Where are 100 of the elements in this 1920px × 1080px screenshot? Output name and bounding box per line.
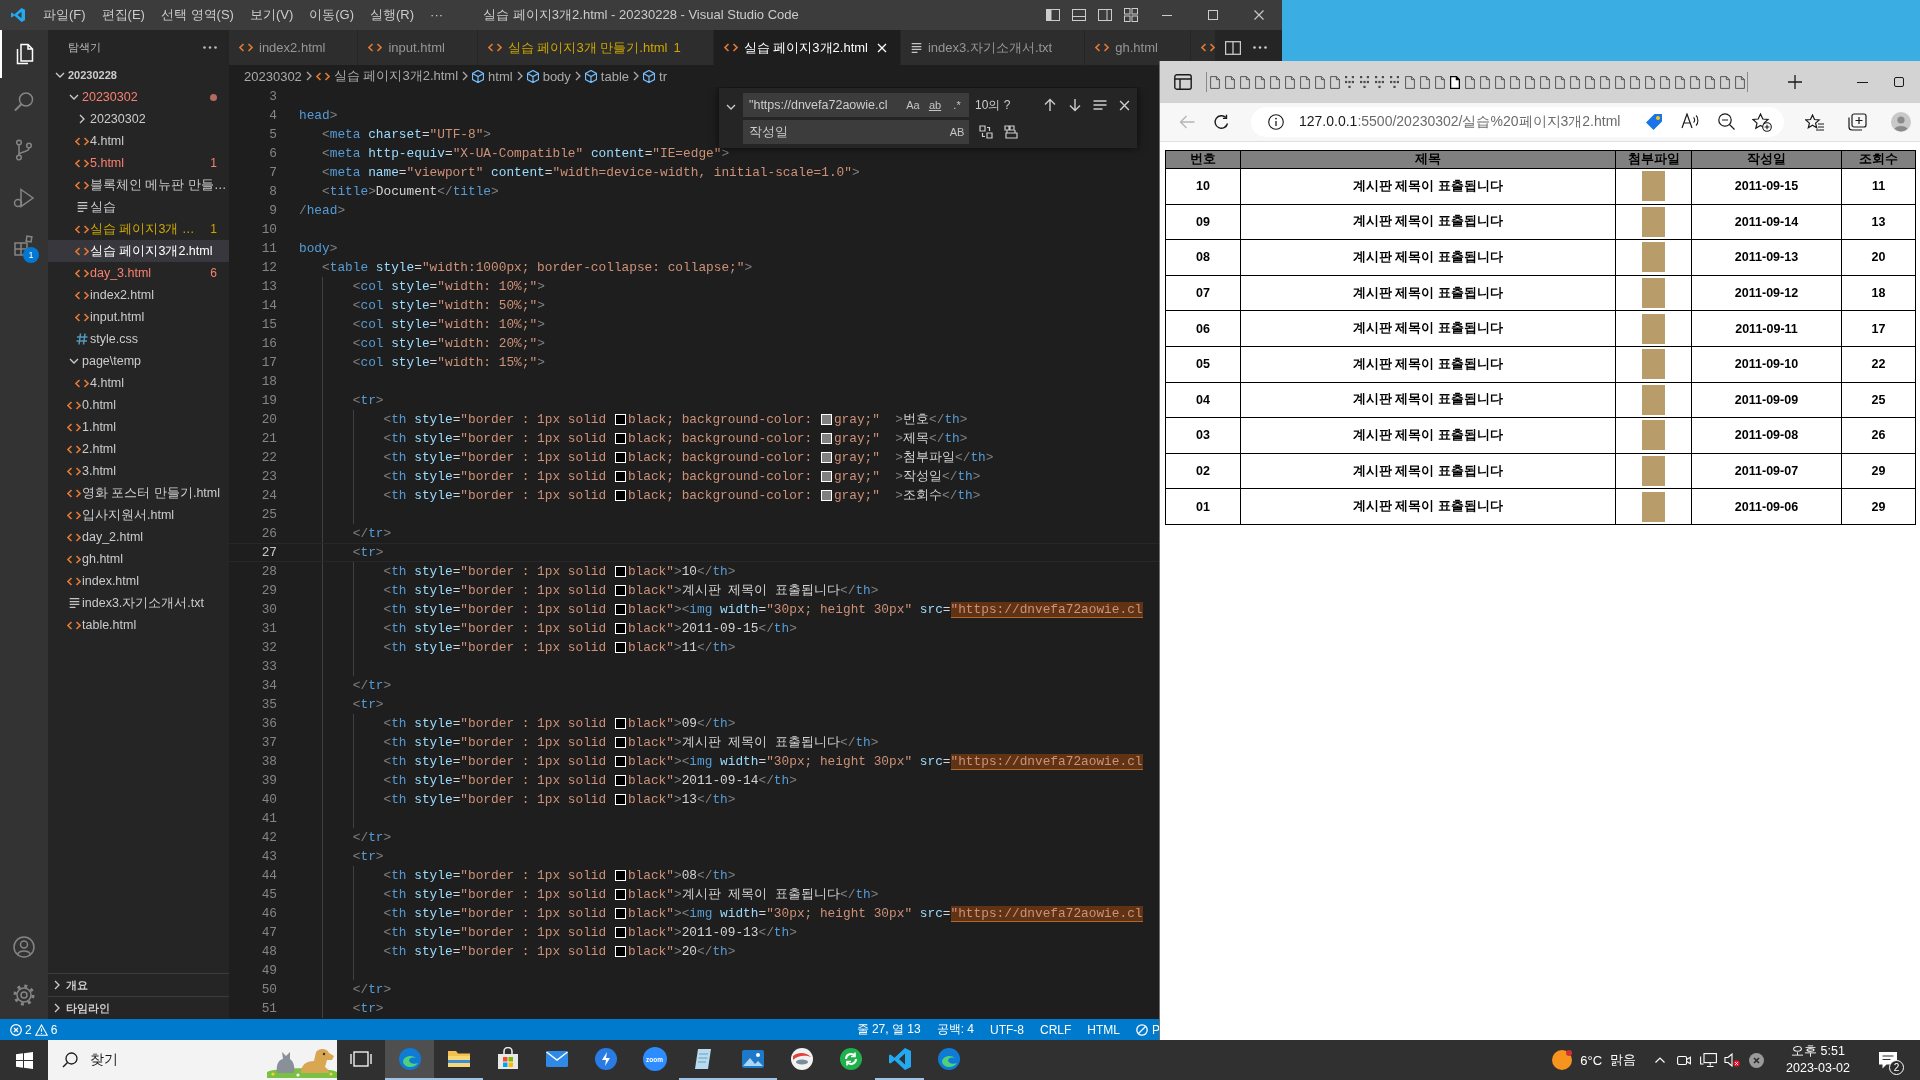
tree-item[interactable]: 20230302 [48, 86, 229, 108]
tree-item[interactable]: 블록체인 메뉴판 만들… [48, 174, 229, 196]
tree-item[interactable]: style.css [48, 328, 229, 350]
editor-tab[interactable]: input.html [358, 30, 478, 65]
right-sidebar-icon[interactable] [1097, 7, 1113, 23]
close-icon[interactable] [1254, 10, 1264, 20]
color-swatch-icon[interactable] [614, 927, 626, 938]
tree-item[interactable]: 4.html [48, 372, 229, 394]
chevron-up-icon[interactable] [1655, 1057, 1666, 1063]
status-item[interactable]: P [1128, 1022, 1160, 1037]
color-swatch-icon[interactable] [614, 642, 626, 653]
breadcrumb-item[interactable]: body [526, 68, 571, 84]
chevron-down-icon[interactable] [726, 104, 736, 110]
tree-item[interactable]: index3.자기소개서.txt [48, 592, 229, 614]
color-swatch-icon[interactable] [614, 718, 626, 729]
color-swatch-icon[interactable] [614, 794, 626, 805]
dots-icon[interactable] [1360, 76, 1369, 88]
color-swatch-icon[interactable] [820, 471, 832, 482]
tree-item[interactable]: 실습 페이지3개 … 1 [48, 218, 229, 240]
tree-item[interactable]: 20230228 [48, 64, 229, 86]
info-icon[interactable] [1268, 114, 1284, 130]
status-item[interactable]: 공백: 4 [928, 1021, 982, 1038]
tree-item[interactable]: 20230302 [48, 108, 229, 130]
refresh-icon[interactable] [1212, 113, 1230, 131]
clock-button[interactable]: 오후 5:51 2023-03-02 [1778, 1043, 1858, 1077]
status-item[interactable]: 줄 27, 열 13 [848, 1021, 929, 1038]
color-swatch-icon[interactable] [820, 490, 832, 501]
replace-all-icon[interactable] [1003, 125, 1018, 139]
split-editor-icon[interactable] [1225, 40, 1241, 55]
new-tab-icon[interactable] [1788, 75, 1802, 89]
tree-item[interactable]: page\temp [48, 350, 229, 372]
star-plus-icon[interactable] [1752, 112, 1772, 132]
regex-toggle[interactable]: .* [947, 95, 967, 115]
tree-item[interactable]: 4.html [48, 130, 229, 152]
tree-item[interactable]: day_2.html [48, 526, 229, 548]
color-swatch-icon[interactable] [614, 737, 626, 748]
speaker-muted-icon[interactable] [1724, 1053, 1741, 1067]
tree-item[interactable]: 입사지원서.html [48, 504, 229, 526]
menu-item[interactable]: 이동(G) [301, 0, 363, 30]
color-swatch-icon[interactable] [614, 414, 626, 425]
editor-tab[interactable]: 실습 페이지3개 만들기.html 1 [477, 30, 714, 65]
maximize-icon[interactable] [1894, 77, 1904, 87]
breadcrumb-item[interactable]: tr [643, 68, 667, 84]
menu-item[interactable]: ··· [422, 0, 452, 30]
color-swatch-icon[interactable] [820, 433, 832, 444]
page-icon[interactable] [1449, 75, 1460, 89]
monitor-icon[interactable] [1699, 1052, 1717, 1068]
address-bar[interactable]: 127.0.0.1:5500/20230302/실습%20페이지3개2.html [1251, 107, 1784, 137]
status-item[interactable]: HTML [1079, 1022, 1128, 1037]
more-icon[interactable] [203, 45, 217, 49]
breadcrumb-item[interactable]: html [472, 68, 513, 84]
minimize-icon[interactable] [1857, 81, 1868, 83]
menu-item[interactable]: 파일(F) [35, 0, 94, 30]
dots-icon[interactable] [1345, 76, 1354, 88]
close-icon[interactable] [1119, 99, 1130, 111]
dots-icon[interactable] [1390, 76, 1399, 88]
tree-item[interactable]: table.html [48, 614, 229, 636]
whole-word-toggle[interactable]: ab [925, 95, 945, 115]
tree-item[interactable]: 1.html [48, 416, 229, 438]
selection-icon[interactable] [1092, 98, 1107, 112]
editor-tab[interactable]: index3.자기소개서.txt [900, 30, 1086, 65]
breadcrumb-item[interactable]: 실습 페이지3개2.html [315, 67, 459, 85]
tree-item[interactable]: input.html [48, 306, 229, 328]
find-input[interactable]: "https://dnvefa72aowie.cl Aa ab .* [743, 93, 969, 117]
start-icon[interactable] [15, 1051, 33, 1069]
color-swatch-icon[interactable] [614, 889, 626, 900]
layout-icon[interactable] [1123, 7, 1139, 23]
breadcrumb-item[interactable]: table [584, 68, 630, 84]
tree-item[interactable]: 실습 페이지3개2.html [48, 240, 229, 262]
match-case-toggle[interactable]: Aa [903, 95, 923, 115]
menu-item[interactable]: 편집(E) [93, 0, 153, 30]
read-aloud-icon[interactable] [1681, 112, 1699, 129]
taskbar-search-field[interactable]: 찾기 [48, 1040, 337, 1080]
tree-item[interactable]: 3.html [48, 460, 229, 482]
tree-item[interactable]: 2.html [48, 438, 229, 460]
tab-actions-icon[interactable] [1174, 74, 1192, 90]
color-swatch-icon[interactable] [614, 604, 626, 615]
dots-icon[interactable] [1375, 76, 1384, 88]
arrow-down-icon[interactable] [1067, 98, 1082, 112]
color-swatch-icon[interactable] [820, 414, 832, 425]
color-swatch-icon[interactable] [614, 756, 626, 767]
camera-icon[interactable] [1677, 1054, 1692, 1066]
sidebar-toggle-icon[interactable] [1045, 7, 1061, 23]
notification-button[interactable]: 2 [1866, 1040, 1910, 1080]
color-swatch-icon[interactable] [820, 452, 832, 463]
editor-tab[interactable]: index2.html [229, 30, 359, 65]
menu-item[interactable]: 실행(R) [362, 0, 423, 30]
favorites-icon[interactable] [1804, 113, 1824, 131]
status-item[interactable]: UTF-8 [981, 1022, 1032, 1037]
color-swatch-icon[interactable] [614, 471, 626, 482]
tree-item[interactable]: 0.html [48, 394, 229, 416]
replace-input[interactable]: 작성일 AB [743, 120, 969, 144]
tree-item[interactable]: day_3.html 6 [48, 262, 229, 284]
color-swatch-icon[interactable] [614, 490, 626, 501]
x-circle-icon[interactable] [1748, 1052, 1764, 1068]
color-swatch-icon[interactable] [614, 946, 626, 957]
collections-icon[interactable] [1847, 113, 1867, 131]
weather-button[interactable]: 6°C 맑음 [1540, 1040, 1649, 1080]
status-item[interactable]: CRLF [1031, 1022, 1080, 1037]
zoom-out-icon[interactable] [1717, 112, 1735, 130]
